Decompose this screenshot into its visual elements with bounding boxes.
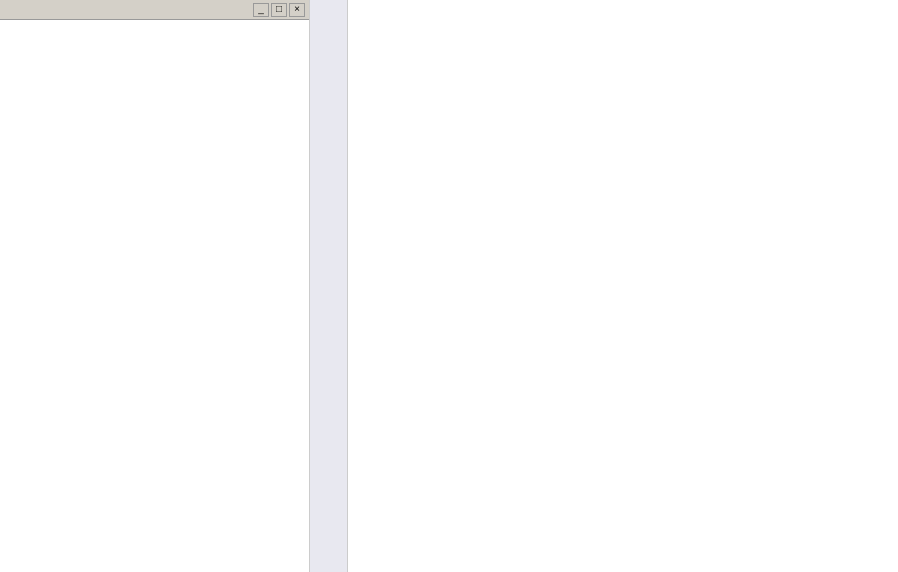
maximize-button[interactable]: □	[271, 3, 287, 17]
code-editor-panel	[310, 0, 898, 572]
code-area	[310, 0, 898, 572]
close-button[interactable]: ×	[289, 3, 305, 17]
line-numbers	[310, 0, 348, 572]
minimize-button[interactable]: _	[253, 3, 269, 17]
project-tree	[0, 20, 309, 24]
file-tree-panel: _ □ ×	[0, 0, 310, 572]
window-bar: _ □ ×	[0, 0, 309, 20]
code-content[interactable]	[348, 0, 898, 572]
